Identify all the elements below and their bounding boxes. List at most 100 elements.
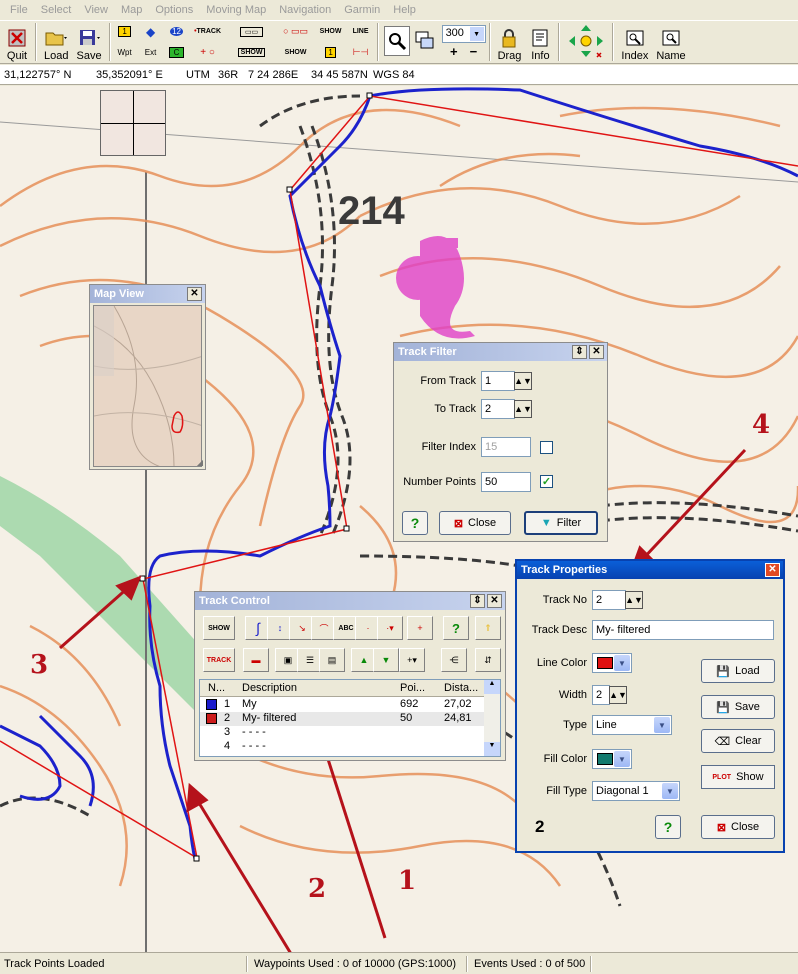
to-track-spinner[interactable]: ▲▼ — [514, 400, 532, 418]
from-track-spinner[interactable]: ▲▼ — [514, 372, 532, 390]
load-button[interactable]: Load — [40, 22, 72, 62]
waypoint-1-icon[interactable]: 1 — [114, 22, 136, 42]
zoom-level-combo[interactable]: 300 ▼ — [441, 25, 486, 43]
show-tracks-button[interactable]: SHOW — [203, 616, 235, 640]
menu-navigation[interactable]: Navigation — [273, 4, 338, 16]
filter-help-button[interactable]: ? — [402, 511, 428, 535]
waypoint-dots-icon[interactable]: ○ ▭▭ — [276, 22, 316, 42]
scroll-down-icon[interactable]: ▼ — [484, 742, 500, 756]
join-tracks-icon[interactable]: + — [407, 616, 433, 640]
fill-color-picker[interactable]: ▼ — [592, 749, 632, 769]
cross-icon[interactable]: + ○ — [188, 43, 228, 63]
menu-map[interactable]: Map — [115, 4, 149, 16]
drag-button[interactable]: Drag — [494, 22, 526, 62]
line-button[interactable]: LINE — [348, 22, 374, 42]
menu-options[interactable]: Options — [149, 4, 200, 16]
show-line-icon[interactable]: SHOW — [318, 22, 344, 42]
filter-index-checkbox[interactable] — [540, 441, 553, 454]
add-track-dropdown-icon[interactable]: +▾ — [399, 648, 425, 672]
table-row[interactable]: 2 My- filtered 50 24,81 — [200, 712, 484, 726]
route-12-icon[interactable]: 12 — [166, 22, 188, 42]
c-button[interactable]: C — [166, 43, 188, 63]
ext-button[interactable]: Ext — [140, 43, 162, 63]
info-button[interactable]: Info — [525, 22, 555, 62]
props-show-button[interactable]: PLOT Show — [701, 765, 775, 789]
width-spinner[interactable]: ▲▼ — [609, 686, 627, 704]
props-load-button[interactable]: 💾 Load — [701, 659, 775, 683]
track-filter-titlebar[interactable]: Track Filter ⇕ ✕ — [394, 343, 607, 361]
save-button[interactable]: Save — [72, 22, 105, 62]
menu-file[interactable]: File — [4, 4, 35, 16]
measure-icon[interactable]: ⊢⊣ — [348, 43, 374, 63]
track-list-scrollbar[interactable]: ▲ ▼ — [484, 680, 500, 756]
number-points-checkbox[interactable]: ✓ — [540, 475, 553, 488]
diamond-icon[interactable]: ◆ — [140, 22, 162, 42]
col-distance[interactable]: Dista... — [444, 682, 478, 694]
track-no-spinner[interactable]: ▲▼ — [625, 591, 643, 609]
col-number[interactable]: N... — [208, 682, 225, 694]
tile-overview[interactable] — [100, 90, 166, 156]
to-track-input[interactable]: 2 — [481, 399, 515, 419]
close-icon[interactable]: ✕ — [589, 345, 604, 359]
menu-garmin[interactable]: Garmin — [338, 4, 387, 16]
from-track-input[interactable]: 1 — [481, 371, 515, 391]
show-track-button[interactable]: SHOW — [232, 43, 272, 63]
track-button[interactable]: • TRACK — [188, 22, 228, 42]
width-input[interactable]: 2 — [592, 685, 610, 705]
chevron-down-icon[interactable]: ▼ — [614, 751, 630, 767]
track-line-icon[interactable]: ▬ — [243, 648, 269, 672]
sort-tracks-icon[interactable]: ⇵ — [475, 648, 501, 672]
track-list[interactable]: N... Description Poi... Dista... 1 My 69… — [199, 679, 501, 757]
roll-up-icon[interactable]: ⇕ — [572, 345, 587, 359]
table-row[interactable]: 3 - - - - — [200, 726, 484, 740]
menu-select[interactable]: Select — [35, 4, 79, 16]
menu-view[interactable]: View — [78, 4, 115, 16]
fill-type-select[interactable]: Diagonal 1 ▼ — [592, 781, 680, 801]
zoom-magnifier-button[interactable] — [382, 22, 412, 62]
index-button[interactable]: Index — [617, 22, 652, 62]
col-points[interactable]: Poi... — [400, 682, 425, 694]
scroll-up-icon[interactable]: ▲ — [484, 680, 500, 694]
resize-grip-icon[interactable]: ◢ — [197, 458, 203, 467]
props-save-button[interactable]: 💾 Save — [701, 695, 775, 719]
type-select[interactable]: Line ▼ — [592, 715, 672, 735]
close-icon[interactable]: ✕ — [487, 594, 502, 608]
track-no-input[interactable]: 2 — [592, 590, 626, 610]
roll-up-icon[interactable]: ⇕ — [470, 594, 485, 608]
filter-close-button[interactable]: ⊠ Close — [439, 511, 511, 535]
table-row[interactable]: 1 My 692 27,02 — [200, 698, 484, 712]
menu-moving-map[interactable]: Moving Map — [200, 4, 273, 16]
props-clear-button[interactable]: ⌫ Clear — [701, 729, 775, 753]
pan-arrows-button[interactable] — [563, 22, 609, 62]
track-properties-titlebar[interactable]: Track Properties ✕ — [517, 561, 783, 579]
chevron-down-icon[interactable]: ▼ — [614, 655, 630, 671]
track-properties-icon[interactable]: ▤ — [319, 648, 345, 672]
zoom-in-icon[interactable]: + — [450, 44, 458, 59]
quit-button[interactable]: Quit — [2, 22, 32, 62]
wpt-button[interactable]: Wpt — [114, 43, 136, 63]
track-mode-button[interactable]: TRACK — [203, 648, 235, 672]
move-top-icon[interactable]: ⇑ — [475, 616, 501, 640]
map-view-thumbnail[interactable] — [93, 305, 202, 467]
chevron-down-icon[interactable]: ▼ — [654, 717, 670, 733]
dot-dropdown-icon[interactable]: ·▾ — [377, 616, 403, 640]
window-zoom-button[interactable] — [412, 22, 438, 62]
chevron-down-icon[interactable]: ▼ — [469, 27, 484, 41]
node-1-icon[interactable]: 1 — [318, 43, 344, 63]
menu-help[interactable]: Help — [387, 4, 423, 16]
show-waypoints-button[interactable]: SHOW — [276, 43, 316, 63]
chevron-down-icon[interactable]: ▼ — [662, 783, 678, 799]
merge-tracks-icon[interactable]: ⋲ — [441, 648, 467, 672]
close-icon[interactable]: ✕ — [765, 563, 780, 577]
name-button[interactable]: Name — [652, 22, 689, 62]
filter-apply-button[interactable]: ▼ Filter — [524, 511, 598, 535]
col-description[interactable]: Description — [242, 682, 297, 694]
number-points-input[interactable]: 50 — [481, 472, 531, 492]
move-down-icon[interactable]: ▼ — [373, 648, 399, 672]
track-help-button[interactable]: ? — [443, 616, 469, 640]
track-desc-input[interactable]: My- filtered — [592, 620, 774, 640]
filter-index-input[interactable]: 15 — [481, 437, 531, 457]
table-row[interactable]: 4 - - - - — [200, 740, 484, 754]
map-view-titlebar[interactable]: Map View ✕ — [90, 285, 205, 303]
track-list-icon[interactable]: ▭▭ — [232, 22, 272, 42]
